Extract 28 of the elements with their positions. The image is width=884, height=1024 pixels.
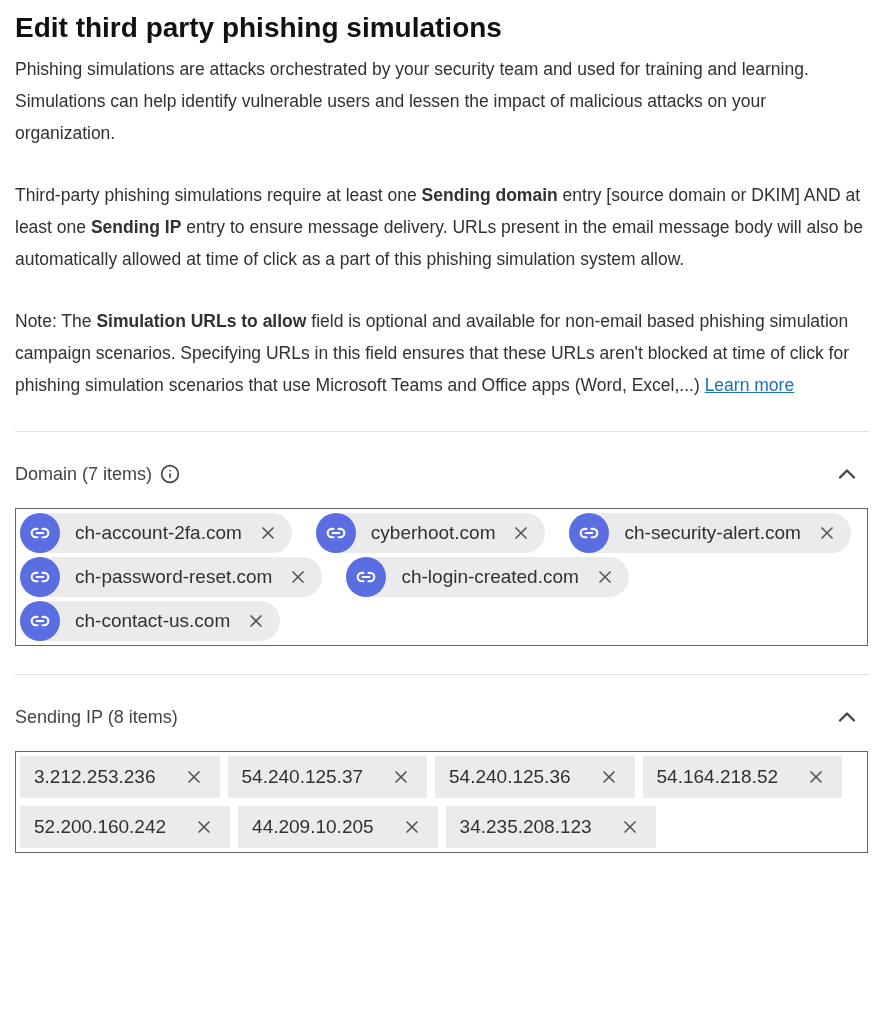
learn-more-link[interactable]: Learn more [704,375,795,395]
domain-name: ch-security-alert.com [624,520,801,545]
domain-field[interactable]: ch-account-2fa.com cyberhoot.com ch-security-alert.com ch-password-reset.com ch-login-created.com ch-contact-us.com [15,508,868,646]
description-paragraph: Phishing simulations are attacks orchestrated by your security team and used for training and learning. Simulations can help identify vulnerable users and lessen the impact of malicious attacks on your organization. [15,58,810,145]
section-label: Sending IP (8 items) [15,705,178,729]
ip-address: 54.240.125.36 [449,764,571,789]
link-icon [20,513,60,553]
domain-name: ch-contact-us.com [75,608,231,633]
ip-address: 34.235.208.123 [459,814,592,839]
page-title: Edit third party phishing simulations [15,11,503,45]
link-icon [20,557,60,597]
ip-address: 52.200.160.242 [34,814,167,839]
link-icon [20,601,60,641]
domain-name: ch-password-reset.com [75,564,273,589]
link-icon [569,513,610,553]
description-paragraph: Note: The Simulation URLs to allow field is optional and available for non-email based phishing simulation campaign scenarios. Specifying URLs in this field ensures that these URLs aren't blocked at time of click for phishing simulation scenarios that use Microsoft Teams and Office apps (Word, Excel,...) Learn more [15,310,850,397]
ip-address: 44.209.10.205 [252,814,374,839]
section-label: Domain (7 items) [15,462,153,486]
domain-name: ch-login-created.com [401,564,579,589]
ip-address: 54.240.125.37 [241,764,364,789]
ip-address: 3.212.253.236 [34,764,156,789]
ip-address: 54.164.218.52 [656,764,779,789]
domain-name: ch-account-2fa.com [75,520,242,545]
description-paragraph: Third-party phishing simulations require at least one Sending domain entry [source domain or DKIM] AND at least one Sending IP entry to ensure message delivery. URLs present in the email message body will also be automatically allowed at time of click as a part of this phishing simulation system allow. [15,184,864,271]
ip-field[interactable]: 3.212.253.236 54.240.125.37 54.240.125.36 54.164.218.52 52.200.160.242 44.209.10.205 34.235.208.123 [15,751,868,853]
link-icon [315,513,356,553]
link-icon [346,557,387,597]
domain-name: cyberhoot.com [370,520,496,545]
